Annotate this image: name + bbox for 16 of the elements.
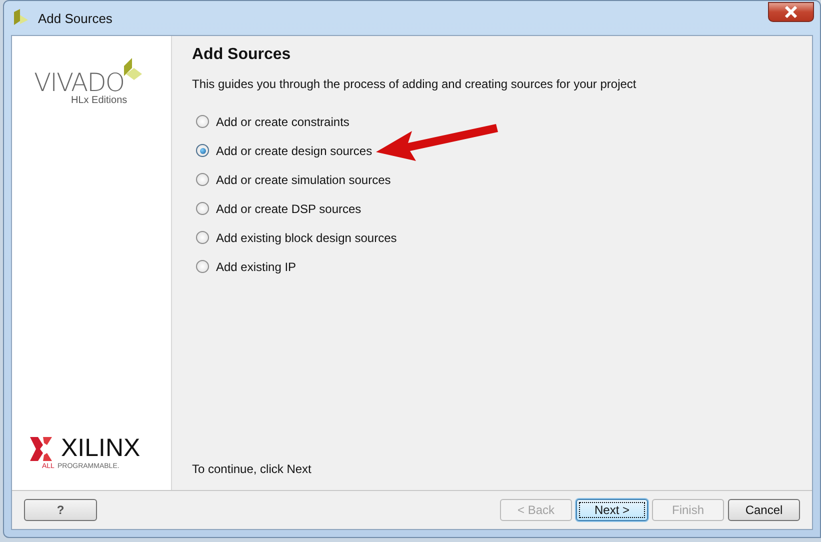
option-label[interactable]: Add or create constraints <box>216 114 350 128</box>
wizard-button[interactable]: Cancel <box>728 499 800 521</box>
company-logo: XILINX <box>61 434 140 463</box>
wizard-button[interactable]: Next > <box>576 499 648 521</box>
option-label[interactable]: Add existing block design sources <box>216 230 397 244</box>
page-description: This guides you through the process of adding and creating sources for your project <box>192 77 638 91</box>
option-label[interactable]: Add or create simulation sources <box>216 172 391 186</box>
option-label[interactable]: Add or create design sources <box>216 144 372 158</box>
option-label[interactable]: Add or create DSP sources <box>216 202 362 216</box>
option-label[interactable]: Add existing IP <box>216 260 296 274</box>
product-logo: VIVADO <box>34 68 124 97</box>
window-title: Add Sources <box>38 10 112 26</box>
page-heading: Add Sources <box>192 46 292 64</box>
edition-label: HLx Editions <box>71 95 128 106</box>
hint-text: To continue, click Next <box>192 462 312 476</box>
help-button[interactable]: ? <box>24 499 97 521</box>
